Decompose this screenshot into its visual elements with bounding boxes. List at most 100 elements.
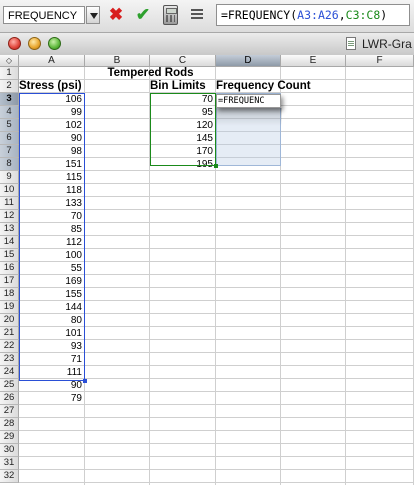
row-header-7[interactable]: 7 bbox=[0, 145, 19, 158]
gridline-horizontal bbox=[19, 456, 414, 457]
formula-bar: FREQUENCY ✖ ✔ =FREQUENCY(A3:A26,C3:C8) bbox=[0, 0, 414, 33]
column-header-b[interactable]: B bbox=[85, 55, 150, 67]
cell-a23[interactable]: 71 bbox=[19, 353, 85, 366]
row-header-24[interactable]: 24 bbox=[0, 366, 19, 379]
cell-a25[interactable]: 90 bbox=[19, 379, 85, 392]
row-header-28[interactable]: 28 bbox=[0, 418, 19, 431]
cell-c2-header[interactable]: Bin Limits bbox=[150, 80, 216, 93]
cell-b1-title[interactable]: Tempered Rods bbox=[85, 67, 216, 80]
cell-c4[interactable]: 95 bbox=[150, 106, 216, 119]
cell-a15[interactable]: 100 bbox=[19, 249, 85, 262]
enter-checkmark-icon[interactable]: ✔ bbox=[135, 6, 151, 24]
row-header-8[interactable]: 8 bbox=[0, 158, 19, 171]
formula-range-2: C3:C8 bbox=[345, 8, 381, 22]
row-header-17[interactable]: 17 bbox=[0, 275, 19, 288]
row-header-27[interactable]: 27 bbox=[0, 405, 19, 418]
column-header-f[interactable]: F bbox=[346, 55, 414, 67]
cell-a26[interactable]: 79 bbox=[19, 392, 85, 405]
close-window-button[interactable] bbox=[8, 37, 21, 50]
row-header-10[interactable]: 10 bbox=[0, 184, 19, 197]
cell-a18[interactable]: 155 bbox=[19, 288, 85, 301]
row-header-13[interactable]: 13 bbox=[0, 223, 19, 236]
row-header-16[interactable]: 16 bbox=[0, 262, 19, 275]
cell-a24[interactable]: 111 bbox=[19, 366, 85, 379]
calculator-icon[interactable] bbox=[163, 5, 178, 25]
formula-separator: , bbox=[338, 8, 346, 22]
row-header-32[interactable]: 32 bbox=[0, 470, 19, 483]
cell-a22[interactable]: 93 bbox=[19, 340, 85, 353]
row-header-22[interactable]: 22 bbox=[0, 340, 19, 353]
row-header-2[interactable]: 2 bbox=[0, 80, 19, 93]
row-header-23[interactable]: 23 bbox=[0, 353, 19, 366]
gridline-vertical bbox=[280, 67, 281, 485]
gridline-horizontal bbox=[19, 443, 414, 444]
column-header-a[interactable]: A bbox=[19, 55, 85, 67]
fill-handle[interactable] bbox=[214, 164, 218, 168]
row-header-14[interactable]: 14 bbox=[0, 236, 19, 249]
name-box-dropdown-icon[interactable] bbox=[86, 6, 100, 24]
row-header-15[interactable]: 15 bbox=[0, 249, 19, 262]
cell-a19[interactable]: 144 bbox=[19, 301, 85, 314]
cell-a16[interactable]: 55 bbox=[19, 262, 85, 275]
cell-c8[interactable]: 195 bbox=[150, 158, 216, 171]
cell-d2-header[interactable]: Frequency Count bbox=[216, 80, 346, 93]
row-header-5[interactable]: 5 bbox=[0, 119, 19, 132]
zoom-window-button[interactable] bbox=[48, 37, 61, 50]
gridline-horizontal bbox=[19, 430, 414, 431]
cancel-icon[interactable]: ✖ bbox=[108, 6, 124, 24]
row-header-1[interactable]: 1 bbox=[0, 67, 19, 80]
cell-c7[interactable]: 170 bbox=[150, 145, 216, 158]
select-all-corner[interactable]: ◇ bbox=[0, 55, 19, 67]
equals-icon[interactable] bbox=[191, 9, 203, 19]
formula-input[interactable]: =FREQUENCY(A3:A26,C3:C8) bbox=[216, 4, 410, 26]
cell-a6[interactable]: 90 bbox=[19, 132, 85, 145]
row-header-20[interactable]: 20 bbox=[0, 314, 19, 327]
row-header-12[interactable]: 12 bbox=[0, 210, 19, 223]
cell-a9[interactable]: 115 bbox=[19, 171, 85, 184]
cell-a5[interactable]: 102 bbox=[19, 119, 85, 132]
name-box[interactable]: FREQUENCY bbox=[3, 6, 85, 24]
row-header-9[interactable]: 9 bbox=[0, 171, 19, 184]
row-header-18[interactable]: 18 bbox=[0, 288, 19, 301]
row-header-21[interactable]: 21 bbox=[0, 327, 19, 340]
cell-d3-editor[interactable]: =FREQUENC bbox=[216, 94, 281, 108]
row-header-11[interactable]: 11 bbox=[0, 197, 19, 210]
row-header-3[interactable]: 3 bbox=[0, 93, 19, 106]
row-header-4[interactable]: 4 bbox=[0, 106, 19, 119]
cell-a17[interactable]: 169 bbox=[19, 275, 85, 288]
row-header-19[interactable]: 19 bbox=[0, 301, 19, 314]
window-title-bar: LWR-Gra bbox=[0, 33, 414, 56]
cell-a10[interactable]: 118 bbox=[19, 184, 85, 197]
editor-shadow bbox=[216, 108, 282, 126]
cell-a20[interactable]: 80 bbox=[19, 314, 85, 327]
row-header-29[interactable]: 29 bbox=[0, 431, 19, 444]
cell-a3[interactable]: 106 bbox=[19, 93, 85, 106]
row-header-30[interactable]: 30 bbox=[0, 444, 19, 457]
cell-a11[interactable]: 133 bbox=[19, 197, 85, 210]
column-header-d[interactable]: D bbox=[216, 55, 281, 67]
row-header-6[interactable]: 6 bbox=[0, 132, 19, 145]
cell-a2-header[interactable]: Stress (psi) bbox=[19, 80, 85, 93]
row-header-31[interactable]: 31 bbox=[0, 457, 19, 470]
row-header-25[interactable]: 25 bbox=[0, 379, 19, 392]
minimize-window-button[interactable] bbox=[28, 37, 41, 50]
cell-a12[interactable]: 70 bbox=[19, 210, 85, 223]
cell-a8[interactable]: 151 bbox=[19, 158, 85, 171]
gridline-vertical bbox=[345, 67, 346, 485]
column-header-c[interactable]: C bbox=[150, 55, 216, 67]
gridline-horizontal bbox=[19, 482, 414, 483]
cell-c6[interactable]: 145 bbox=[150, 132, 216, 145]
column-header-e[interactable]: E bbox=[281, 55, 346, 67]
row-header-26[interactable]: 26 bbox=[0, 392, 19, 405]
cell-a7[interactable]: 98 bbox=[19, 145, 85, 158]
window-title: LWR-Gra bbox=[362, 37, 412, 51]
cell-a14[interactable]: 112 bbox=[19, 236, 85, 249]
cell-c5[interactable]: 120 bbox=[150, 119, 216, 132]
cell-a4[interactable]: 99 bbox=[19, 106, 85, 119]
cell-a21[interactable]: 101 bbox=[19, 327, 85, 340]
cell-a13[interactable]: 85 bbox=[19, 223, 85, 236]
formula-prefix: =FREQUENCY( bbox=[221, 8, 298, 22]
cell-c3[interactable]: 70 bbox=[150, 93, 216, 106]
fill-handle[interactable] bbox=[83, 379, 87, 383]
document-icon bbox=[346, 37, 356, 50]
